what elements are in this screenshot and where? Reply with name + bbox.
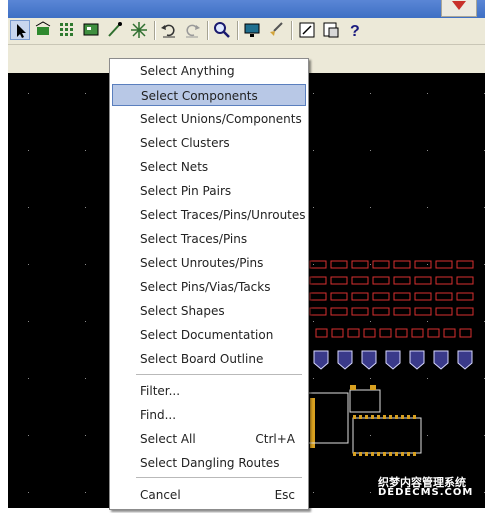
- toolbar: ?: [8, 18, 485, 45]
- monitor-icon[interactable]: [242, 20, 262, 40]
- menu-item-label: Select Unions/Components: [140, 112, 302, 126]
- menu-item-label: Select Pin Pairs: [140, 184, 232, 198]
- menu-separator: [136, 477, 302, 478]
- menu-item[interactable]: Select Components: [112, 84, 306, 106]
- menu-item-label: Cancel: [140, 488, 181, 502]
- menu-item-label: Select Traces/Pins: [140, 232, 248, 246]
- dropdown-button[interactable]: [441, 0, 477, 17]
- menu-item-label: Select Anything: [140, 64, 235, 78]
- menu-item[interactable]: Select Pins/Vias/Tacks: [112, 276, 306, 298]
- chevron-down-icon: [452, 1, 466, 10]
- menu-item[interactable]: Select Anything: [112, 60, 306, 82]
- menu-item-label: Select All: [140, 432, 196, 446]
- menu-item[interactable]: Select Pin Pairs: [112, 180, 306, 202]
- context-menu: Select Anything Select Components Select U…: [109, 58, 309, 510]
- grid-icon[interactable]: [57, 20, 77, 40]
- menu-separator: [136, 374, 302, 375]
- zoom-icon[interactable]: [212, 20, 232, 40]
- menu-item[interactable]: Select Traces/Pins/Unroutes: [112, 204, 306, 226]
- menu-item[interactable]: Select Unroutes/Pins: [112, 252, 306, 274]
- board-icon[interactable]: [81, 20, 101, 40]
- menu-item[interactable]: Select Nets: [112, 156, 306, 178]
- menu-item[interactable]: Cancel Esc: [112, 484, 306, 506]
- spark-icon[interactable]: [129, 20, 149, 40]
- menu-item[interactable]: Select Shapes: [112, 300, 306, 322]
- menu-item-label: Select Dangling Routes: [140, 456, 280, 470]
- menu-item-label: Select Nets: [140, 160, 209, 174]
- watermark-line2: DEDECMS.COM: [378, 487, 474, 498]
- menu-item-label: Select Documentation: [140, 328, 274, 342]
- menu-item[interactable]: Filter...: [112, 380, 306, 402]
- menu-item[interactable]: Select Unions/Components: [112, 108, 306, 130]
- menu-item-label: Select Unroutes/Pins: [140, 256, 264, 270]
- menu-item[interactable]: Select Board Outline: [112, 348, 306, 370]
- menu-item[interactable]: Select All Ctrl+A: [112, 428, 306, 450]
- menu-item[interactable]: Select Documentation: [112, 324, 306, 346]
- menu-item-label: Find...: [140, 408, 177, 422]
- menu-item[interactable]: Select Dangling Routes: [112, 452, 306, 474]
- watermark: 织梦内容管理系统 DEDECMS.COM: [378, 474, 482, 498]
- menu-item-shortcut: Esc: [274, 488, 295, 502]
- menu-item[interactable]: Select Traces/Pins: [112, 228, 306, 250]
- clipboard-icon[interactable]: [321, 20, 341, 40]
- menu-item-label: Select Clusters: [140, 136, 230, 150]
- undo-icon[interactable]: [159, 20, 179, 40]
- menu-item-label: Select Pins/Vias/Tacks: [140, 280, 271, 294]
- menu-item-label: Select Traces/Pins/Unroutes: [140, 208, 306, 222]
- window-icon[interactable]: [297, 20, 317, 40]
- add-component-icon[interactable]: [33, 20, 53, 40]
- menu-item[interactable]: Select Clusters: [112, 132, 306, 154]
- window-title-bar: [8, 0, 485, 18]
- menu-item-label: Select Components: [141, 89, 258, 103]
- menu-item-label: Select Shapes: [140, 304, 225, 318]
- brush-icon[interactable]: [266, 20, 286, 40]
- menu-item-shortcut: Ctrl+A: [255, 432, 295, 446]
- menu-item-label: Filter...: [140, 384, 181, 398]
- pcb-components: [308, 260, 474, 456]
- menu-item[interactable]: Find...: [112, 404, 306, 426]
- svg-text:?: ?: [350, 23, 360, 40]
- redo-icon[interactable]: [182, 20, 202, 40]
- help-icon[interactable]: ?: [345, 20, 365, 40]
- route-icon[interactable]: [105, 20, 125, 40]
- select-arrow-icon[interactable]: [10, 20, 30, 40]
- menu-item-label: Select Board Outline: [140, 352, 264, 366]
